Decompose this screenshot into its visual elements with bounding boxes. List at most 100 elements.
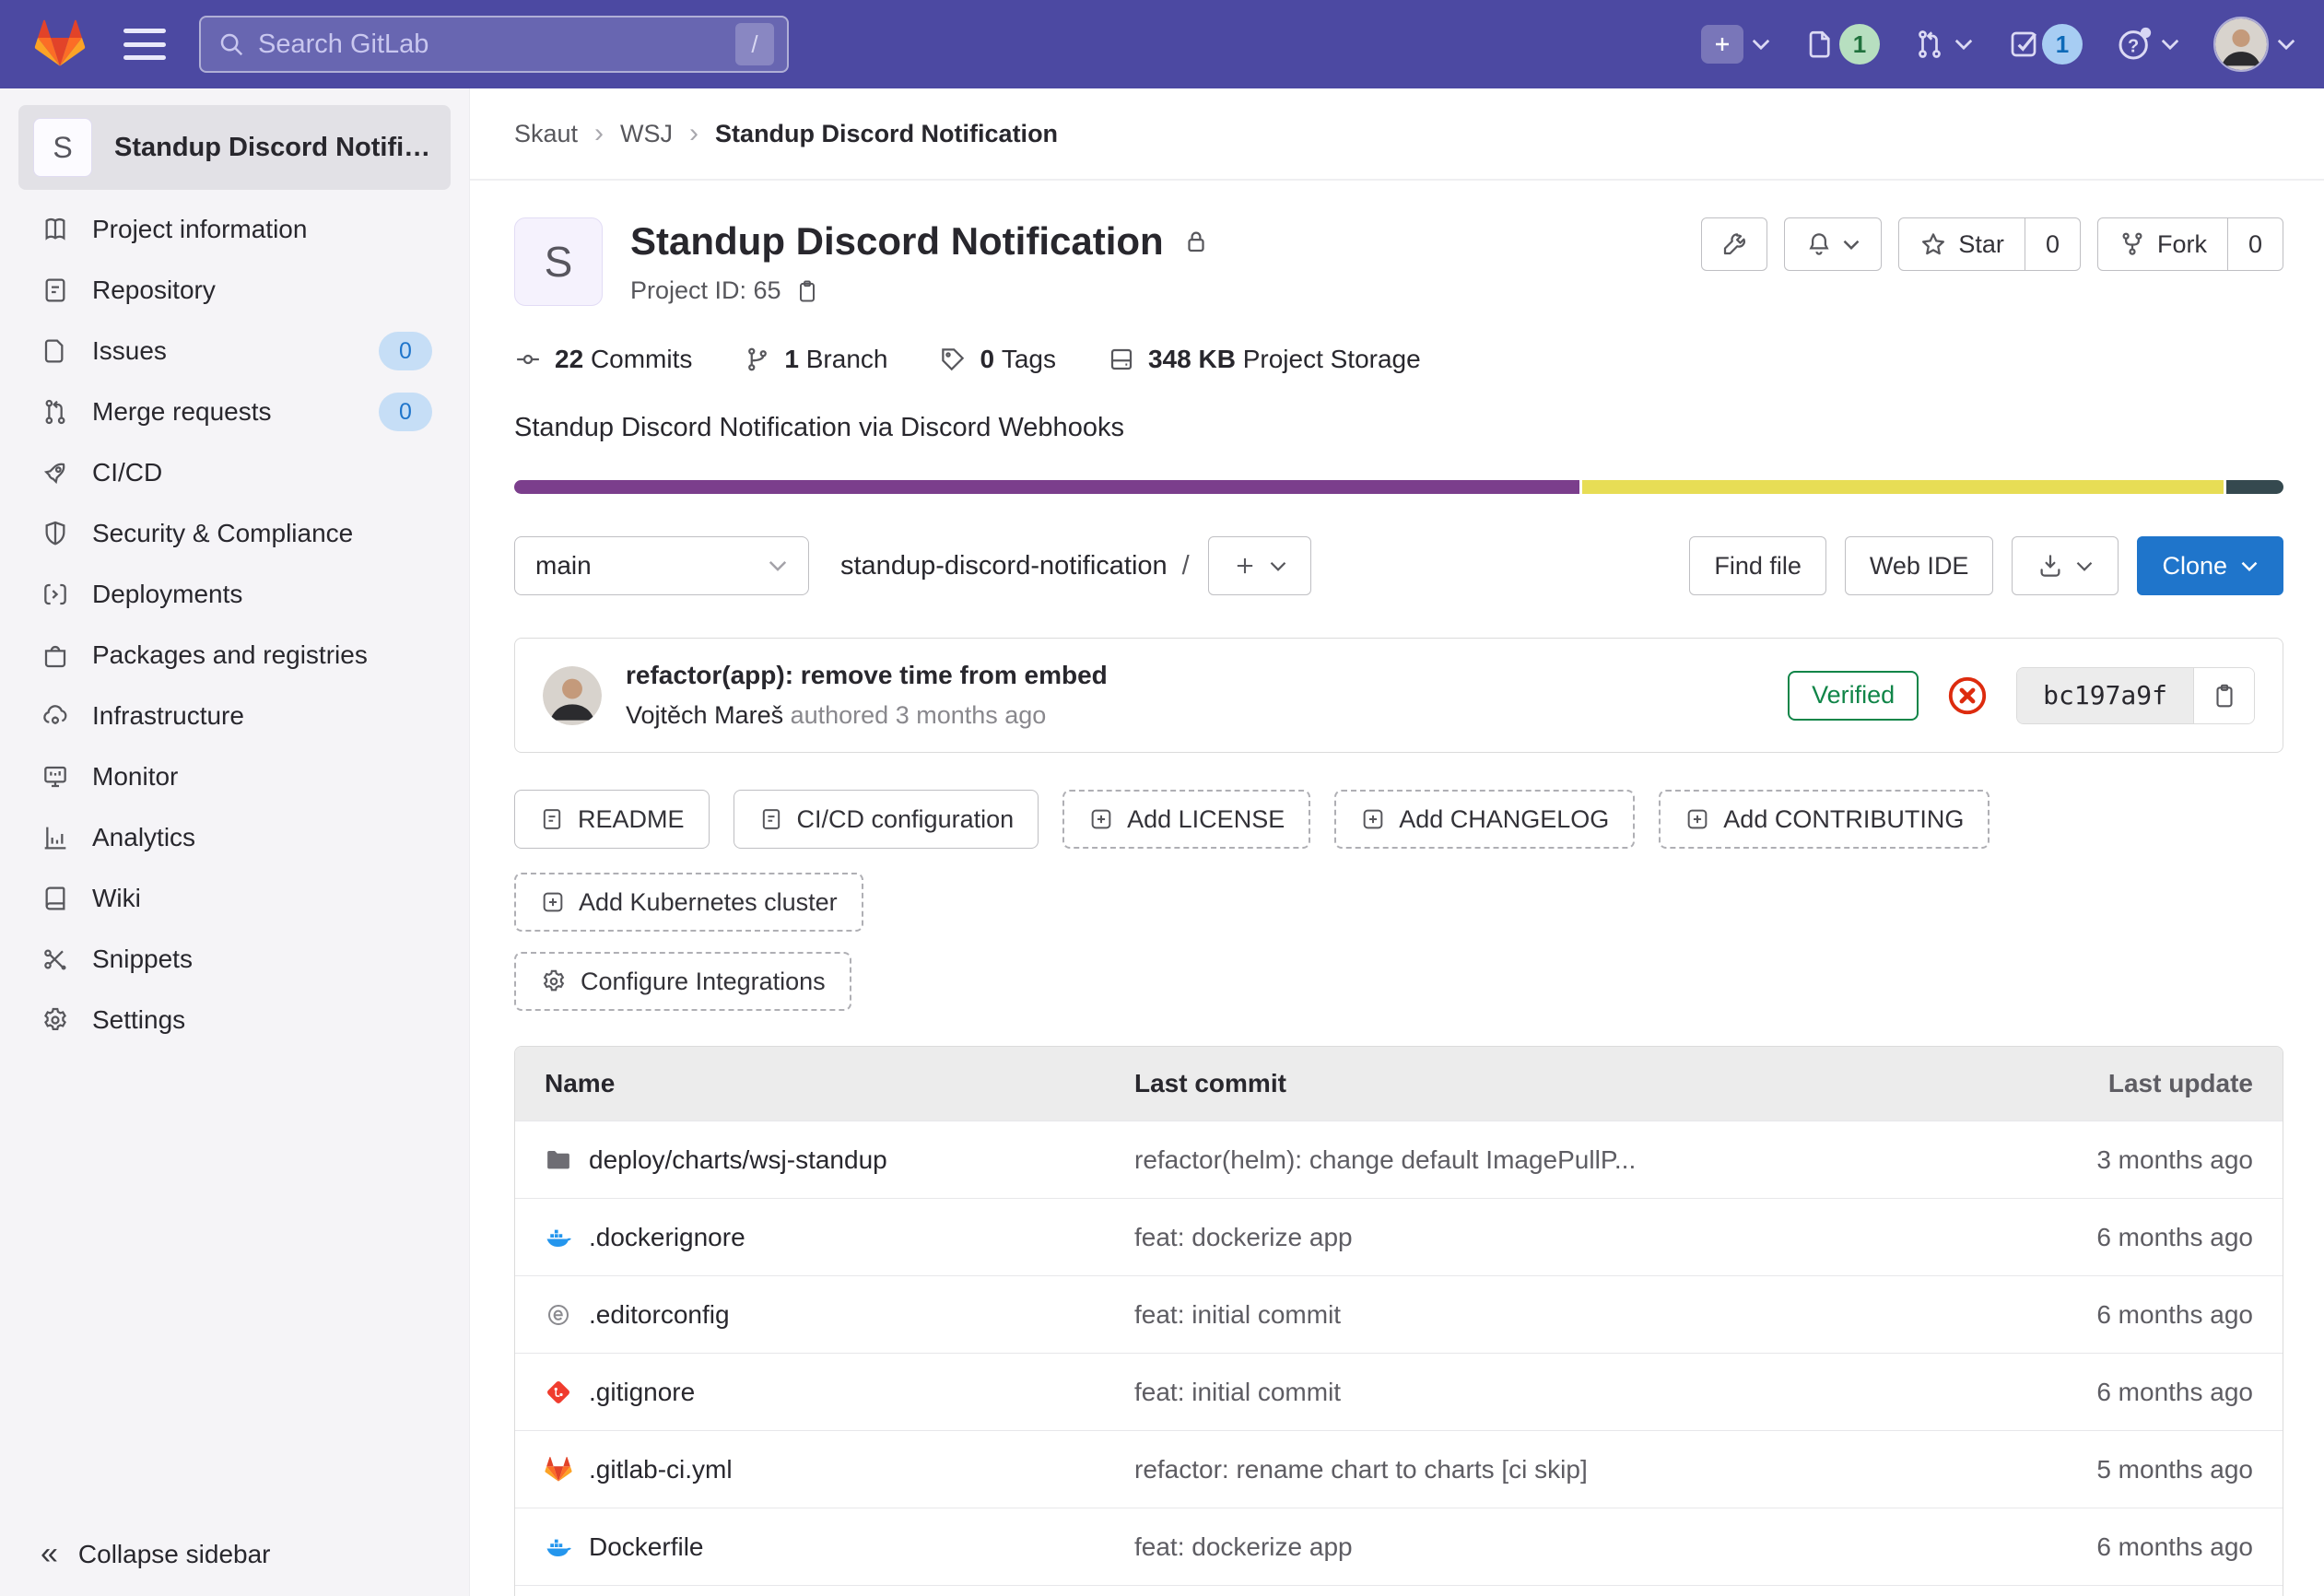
sidebar-item-label: Issues <box>92 336 167 366</box>
file-name-link[interactable]: .dockerignore <box>517 1223 1107 1252</box>
sidebar-item-project-information[interactable]: Project information <box>0 199 469 260</box>
sidebar-item-wiki[interactable]: Wiki <box>0 868 469 929</box>
readme-button[interactable]: README <box>514 790 710 849</box>
file-name-link[interactable]: .gitignore <box>517 1378 1107 1407</box>
add-file-button[interactable] <box>1208 536 1311 595</box>
pipeline-failed-icon[interactable] <box>1946 675 1989 717</box>
table-row[interactable]: .gitlab-ci.yml refactor: rename chart to… <box>515 1430 2283 1508</box>
file-name-link[interactable]: Dockerfile <box>517 1532 1107 1562</box>
package-icon <box>41 640 70 670</box>
file-commit-link[interactable]: feat: initial commit <box>1107 1300 1977 1330</box>
chevron-down-icon <box>2075 560 2094 572</box>
cicd-configuration-button[interactable]: CI/CD configuration <box>734 790 1039 849</box>
file-commit-link[interactable]: feat: initial commit <box>1107 1378 1977 1407</box>
table-row[interactable]: .editorconfig feat: initial commit 6 mon… <box>515 1275 2283 1353</box>
breadcrumb-group-link[interactable]: Skaut <box>514 120 578 148</box>
merge-request-icon <box>1913 28 1946 61</box>
main-content: Skaut › WSJ › Standup Discord Notificati… <box>470 88 2324 1596</box>
breadcrumb-subgroup-link[interactable]: WSJ <box>620 120 673 148</box>
book-icon <box>41 884 70 913</box>
clipboard-icon <box>2211 682 2238 710</box>
help-menu-button[interactable]: ? <box>2116 26 2180 63</box>
file-commit-link[interactable]: refactor: rename chart to charts [ci ski… <box>1107 1455 1977 1485</box>
sidebar-item-security-compliance[interactable]: Security & Compliance <box>0 503 469 564</box>
table-row[interactable]: M↓ README.md feat: initial commit 6 mont… <box>515 1585 2283 1596</box>
sidebar-project-context[interactable]: S Standup Discord Notification <box>18 105 451 190</box>
branches-stat[interactable]: 1 Branch <box>744 345 887 374</box>
disk-icon <box>1108 346 1135 373</box>
sidebar-item-analytics[interactable]: Analytics <box>0 807 469 868</box>
repo-root-link[interactable]: standup-discord-notification <box>840 551 1168 581</box>
sidebar-item-infrastructure[interactable]: Infrastructure <box>0 686 469 746</box>
add-kubernetes-cluster-button[interactable]: Add Kubernetes cluster <box>514 873 863 932</box>
commit-author-avatar[interactable] <box>543 666 602 725</box>
table-row[interactable]: Dockerfile feat: dockerize app 6 months … <box>515 1508 2283 1585</box>
table-row[interactable]: deploy/charts/wsj-standup refactor(helm)… <box>515 1121 2283 1198</box>
sidebar-item-packages-registries[interactable]: Packages and registries <box>0 625 469 686</box>
file-name-link[interactable]: .editorconfig <box>517 1300 1107 1330</box>
configure-integrations-button[interactable]: Configure Integrations <box>514 952 851 1011</box>
languages-bar[interactable] <box>514 480 2283 494</box>
sidebar-item-deployments[interactable]: Deployments <box>0 564 469 625</box>
table-row[interactable]: .dockerignore feat: dockerize app 6 mont… <box>515 1198 2283 1275</box>
table-row[interactable]: .gitignore feat: initial commit 6 months… <box>515 1353 2283 1430</box>
gitlab-logo-icon[interactable] <box>33 18 87 70</box>
sidebar-item-merge-requests[interactable]: Merge requests 0 <box>0 381 469 442</box>
admin-wrench-button[interactable] <box>1701 217 1767 271</box>
merge-requests-menu-button[interactable] <box>1913 28 1974 61</box>
todos-menu-button[interactable]: 1 <box>2007 24 2083 65</box>
file-name-link[interactable]: deploy/charts/wsj-standup <box>517 1145 1107 1175</box>
copy-sha-button[interactable] <box>2193 668 2254 723</box>
sidebar-item-issues[interactable]: Issues 0 <box>0 321 469 381</box>
global-search[interactable]: / <box>199 16 789 73</box>
git-icon <box>545 1379 572 1406</box>
fork-button[interactable]: Fork <box>2098 218 2227 270</box>
download-button[interactable] <box>2012 536 2119 595</box>
user-menu-button[interactable] <box>2213 17 2296 72</box>
fork-count[interactable]: 0 <box>2227 218 2283 270</box>
quick-actions-row-2: Configure Integrations <box>514 952 2283 1011</box>
web-ide-button[interactable]: Web IDE <box>1845 536 1994 595</box>
search-input[interactable] <box>258 29 735 60</box>
collapse-sidebar-button[interactable]: « Collapse sidebar <box>41 1536 271 1572</box>
star-button[interactable]: Star <box>1899 218 2025 270</box>
issues-menu-button[interactable]: 1 <box>1804 24 1880 65</box>
file-commit-link[interactable]: feat: dockerize app <box>1107 1532 1977 1562</box>
sidebar-item-settings[interactable]: Settings <box>0 990 469 1050</box>
sidebar-item-label: Wiki <box>92 884 141 913</box>
file-name-link[interactable]: .gitlab-ci.yml <box>517 1455 1107 1485</box>
add-contributing-button[interactable]: Add CONTRIBUTING <box>1659 790 1989 849</box>
hamburger-menu-button[interactable] <box>123 29 166 60</box>
commits-stat[interactable]: 22 Commits <box>514 345 692 374</box>
add-changelog-button[interactable]: Add CHANGELOG <box>1334 790 1635 849</box>
issues-icon <box>41 336 70 366</box>
commit-title-link[interactable]: refactor(app): remove time from embed <box>626 661 1108 690</box>
repository-toolbar: main standup-discord-notification / Find… <box>514 536 2283 595</box>
find-file-button[interactable]: Find file <box>1689 536 1826 595</box>
sidebar-item-repository[interactable]: Repository <box>0 260 469 321</box>
fork-button-group: Fork 0 <box>2097 217 2283 271</box>
star-count[interactable]: 0 <box>2025 218 2080 270</box>
tags-stat[interactable]: 0 Tags <box>939 345 1056 374</box>
sidebar-item-snippets[interactable]: Snippets <box>0 929 469 990</box>
sidebar-item-monitor[interactable]: Monitor <box>0 746 469 807</box>
sidebar-item-label: Analytics <box>92 823 195 852</box>
rocket-icon <box>41 458 70 487</box>
top-navigation-bar: / 1 1 ? <box>0 0 2324 88</box>
verified-badge[interactable]: Verified <box>1788 671 1919 721</box>
file-commit-link[interactable]: feat: dockerize app <box>1107 1223 1977 1252</box>
sidebar-item-cicd[interactable]: CI/CD <box>0 442 469 503</box>
sidebar-project-name: Standup Discord Notification <box>114 133 436 163</box>
notifications-button[interactable] <box>1784 217 1882 271</box>
commit-author-link[interactable]: Vojtěch Mareš <box>626 701 783 729</box>
add-license-button[interactable]: Add LICENSE <box>1062 790 1310 849</box>
issues-count-badge: 0 <box>379 332 432 370</box>
clone-button[interactable]: Clone <box>2137 536 2283 595</box>
new-menu-button[interactable] <box>1701 25 1771 64</box>
star-icon <box>1919 230 1947 258</box>
file-commit-link[interactable]: refactor(helm): change default ImagePull… <box>1107 1145 1977 1175</box>
copy-project-id-icon[interactable] <box>794 278 820 304</box>
branch-selector[interactable]: main <box>514 536 809 595</box>
breadcrumb-separator: › <box>689 118 698 149</box>
storage-stat[interactable]: 348 KB Project Storage <box>1108 345 1421 374</box>
